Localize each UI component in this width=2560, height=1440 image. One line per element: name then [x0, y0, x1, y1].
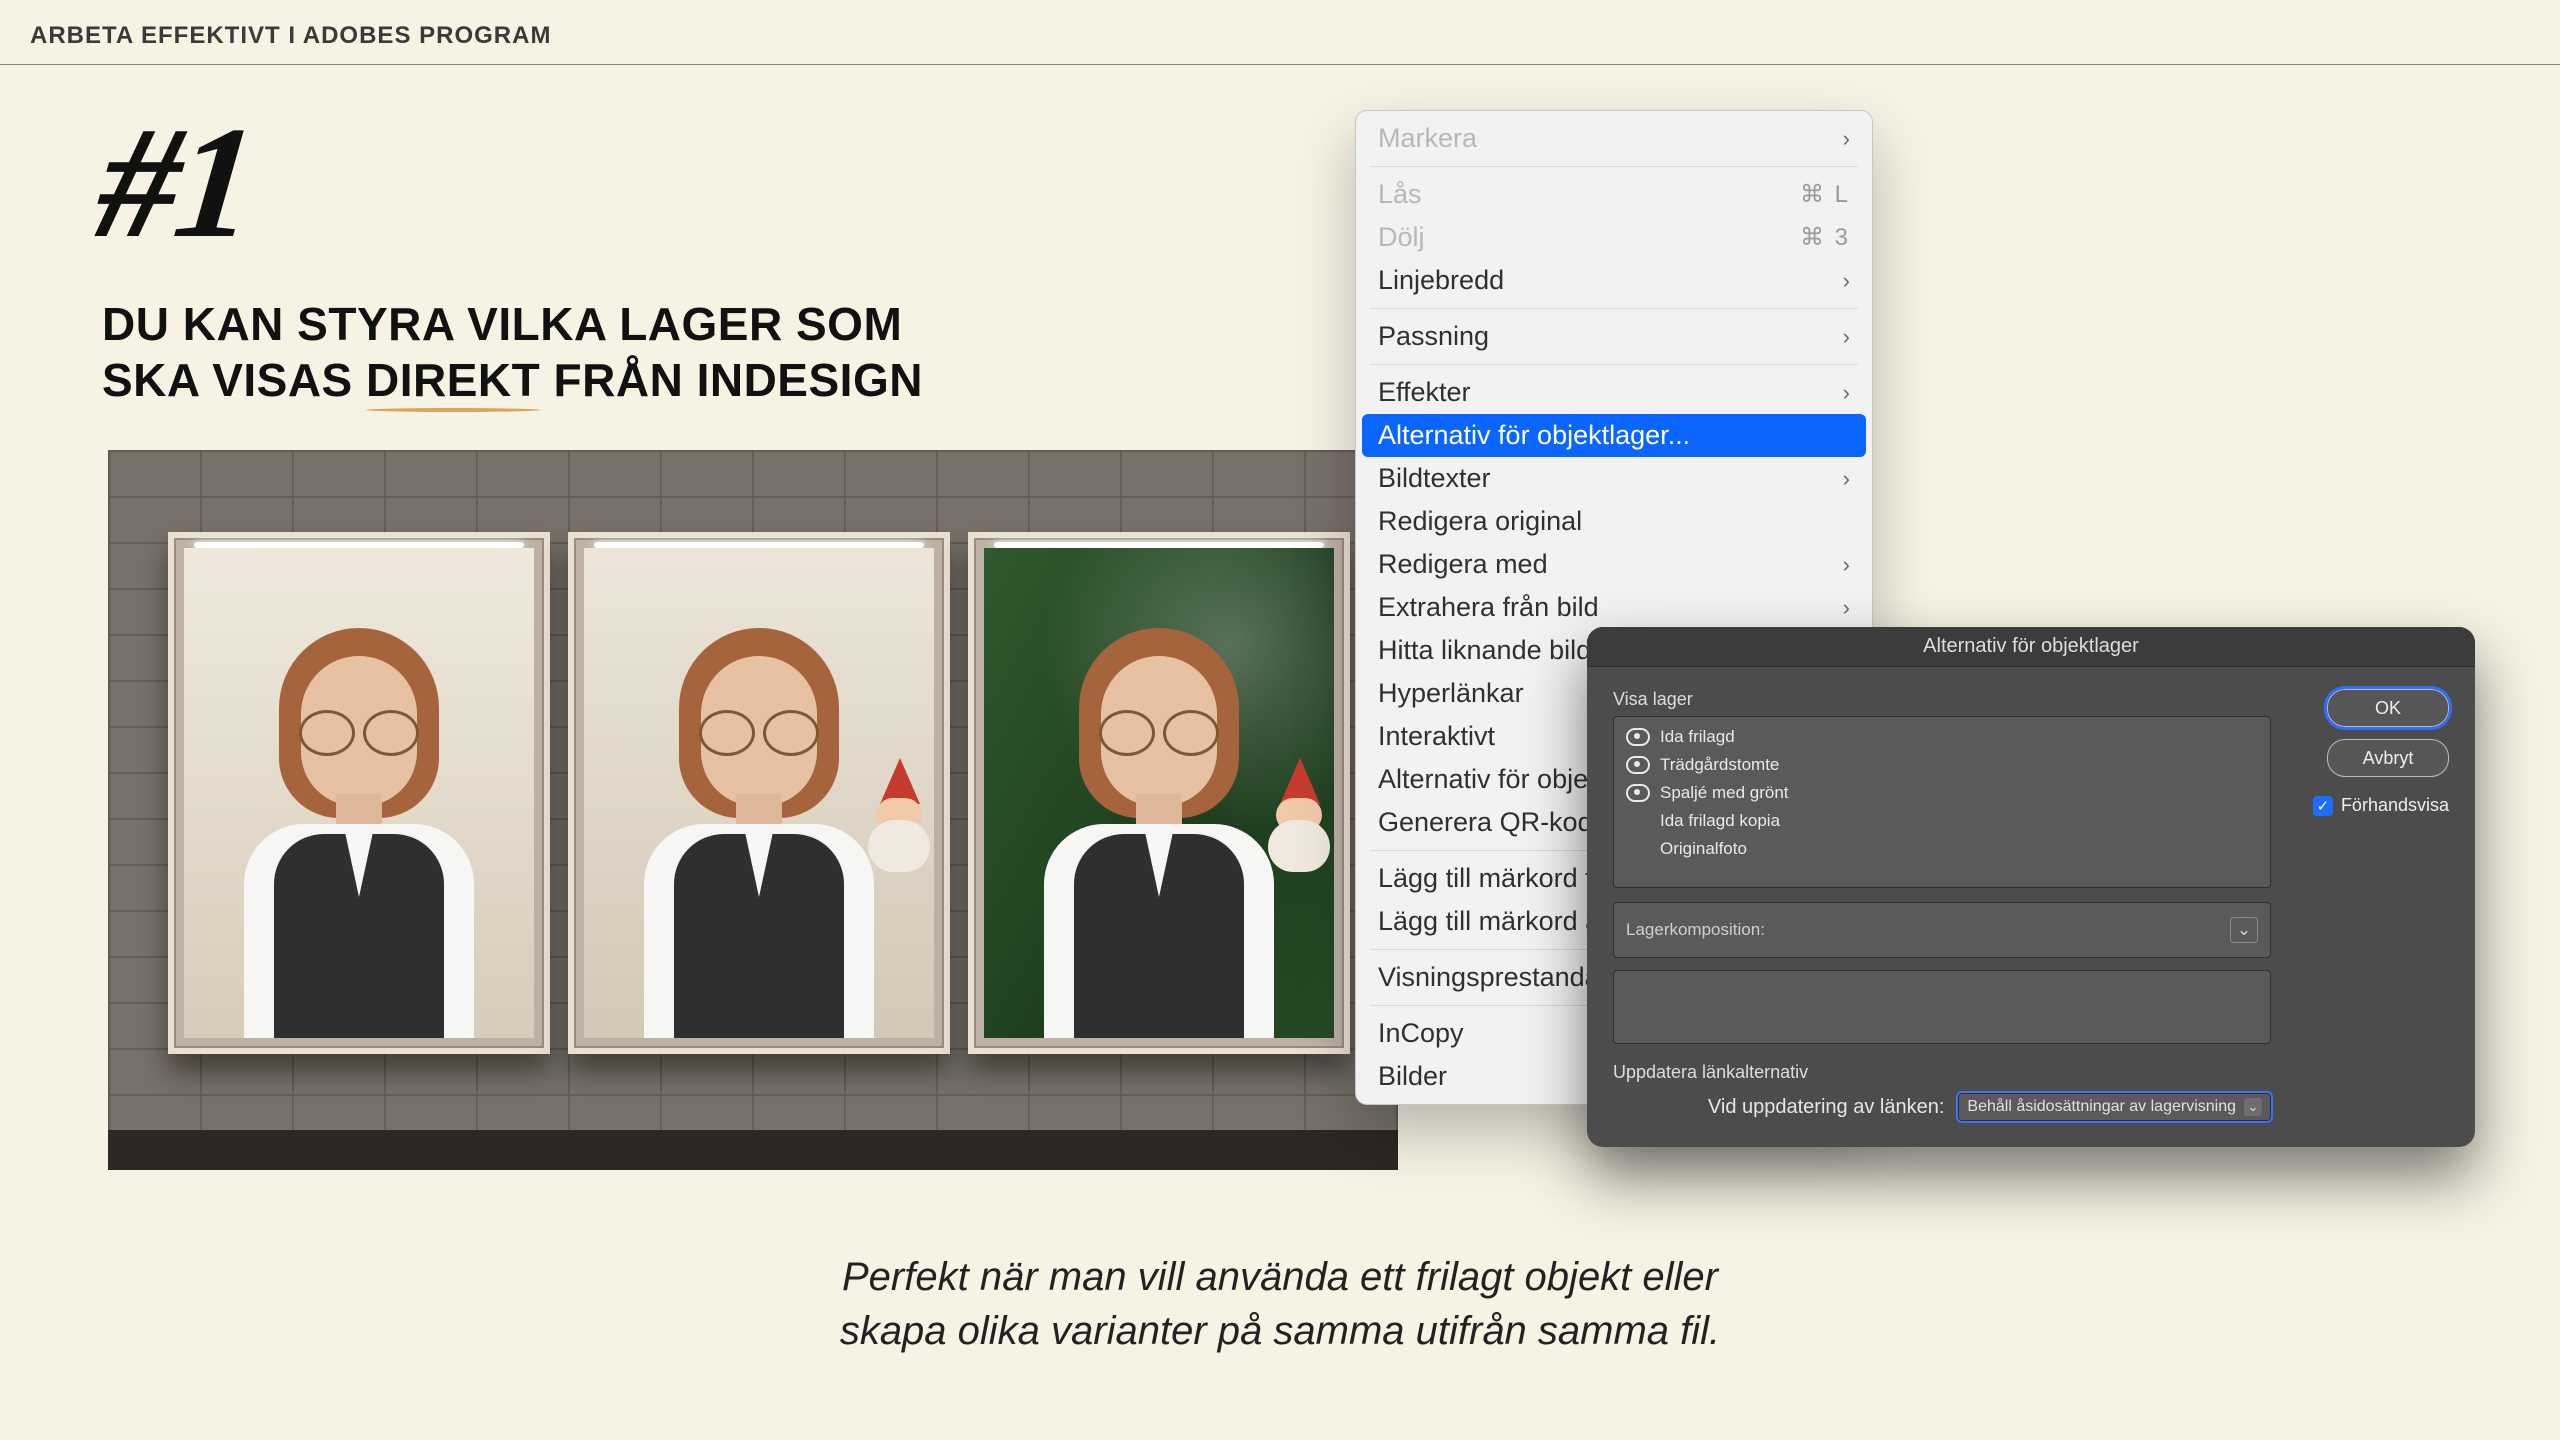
layer-comp-comment-box	[1613, 970, 2271, 1044]
chevron-right-icon: ›	[1843, 380, 1850, 406]
layer-name: Originalfoto	[1660, 839, 1747, 859]
layer-name: Ida frilagd kopia	[1660, 811, 1780, 831]
menu-item-label: Visningsprestanda	[1378, 962, 1600, 993]
menu-item[interactable]: Redigera original	[1362, 500, 1866, 543]
menu-item-label: Redigera med	[1378, 549, 1548, 580]
menu-item-label: Alternativ för objektlager...	[1378, 420, 1690, 451]
eye-visible-icon[interactable]	[1626, 784, 1650, 802]
illustration-gallery	[108, 450, 1398, 1170]
menu-item-label: Lås	[1378, 179, 1422, 210]
menu-item-shortcut: ⌘ 3	[1800, 223, 1850, 252]
menu-item-label: Effekter	[1378, 377, 1471, 408]
menu-item-label: Bildtexter	[1378, 463, 1491, 494]
menu-item-label: InCopy	[1378, 1018, 1464, 1049]
layer-row[interactable]: Trädgårdstomte	[1614, 751, 2270, 779]
layer-comp-row[interactable]: Lagerkomposition: ⌄	[1613, 902, 2271, 958]
frame-2	[568, 532, 950, 1054]
menu-item-label: Markera	[1378, 123, 1477, 154]
preview-checkbox[interactable]: ✓ Förhandsvisa	[2313, 795, 2449, 816]
headline-part-2: FRÅN INDESIGN	[554, 354, 923, 406]
menu-item[interactable]: Extrahera från bild ›	[1362, 586, 1866, 629]
chevron-right-icon: ›	[1843, 466, 1850, 492]
menu-item-label: Interaktivt	[1378, 721, 1495, 752]
menu-item[interactable]: Redigera med ›	[1362, 543, 1866, 586]
layer-name: Spaljé med grönt	[1660, 783, 1789, 803]
menu-item-label: Hyperlänkar	[1378, 678, 1524, 709]
on-link-update-select[interactable]: Behåll åsidosättningar av lagervisning ⌄	[1958, 1093, 2271, 1121]
caption-line-2: skapa olika varianter på samma utifrån s…	[830, 1304, 1730, 1358]
layer-list[interactable]: Ida frilagd Trädgårdstomte Spaljé med grön…	[1613, 716, 2271, 888]
floor-strip	[108, 1130, 1398, 1170]
preview-label: Förhandsvisa	[2341, 795, 2449, 816]
menu-item-label: Generera QR-kod...	[1378, 807, 1615, 838]
layer-comp-label: Lagerkomposition:	[1626, 920, 1765, 940]
show-layers-label: Visa lager	[1613, 689, 2271, 710]
caption: Perfekt när man vill använda ett frilagt…	[830, 1250, 1730, 1358]
chevron-right-icon: ›	[1843, 552, 1850, 578]
eye-visible-icon[interactable]	[1626, 756, 1650, 774]
menu-item[interactable]: Alternativ för objektlager...	[1362, 414, 1866, 457]
cancel-button[interactable]: Avbryt	[2327, 739, 2449, 777]
menu-item[interactable]: Linjebredd ›	[1362, 259, 1866, 302]
caption-line-1: Perfekt när man vill använda ett frilagt…	[830, 1250, 1730, 1304]
menu-item[interactable]: Passning ›	[1362, 315, 1866, 358]
object-layer-options-dialog: Alternativ för objektlager Visa lager Id…	[1587, 627, 2475, 1147]
chevron-down-icon[interactable]: ⌄	[2230, 917, 2258, 943]
on-link-update-label: Vid uppdatering av länken:	[1708, 1096, 1944, 1119]
on-link-update-value: Behåll åsidosättningar av lagervisning	[1967, 1098, 2236, 1116]
update-link-options-label: Uppdatera länkalternativ	[1613, 1062, 2271, 1083]
chevron-right-icon: ›	[1843, 595, 1850, 621]
dialog-title: Alternativ för objektlager	[1587, 627, 2475, 667]
tip-number: #1	[90, 90, 261, 275]
menu-item-label: Redigera original	[1378, 506, 1582, 537]
menu-item-label: Extrahera från bild	[1378, 592, 1599, 623]
person-figure	[209, 598, 509, 1038]
headline-underlined: DIREKT	[366, 352, 540, 408]
chevron-right-icon: ›	[1843, 126, 1850, 152]
layer-row[interactable]: Ida frilagd kopia	[1614, 807, 2270, 835]
layer-name: Trädgårdstomte	[1660, 755, 1779, 775]
layer-row[interactable]: Ida frilagd	[1614, 723, 2270, 751]
ok-button[interactable]: OK	[2327, 689, 2449, 727]
garden-gnome-icon	[1258, 758, 1334, 888]
menu-item-label: Hitta liknande bilder	[1378, 635, 1615, 666]
menu-item[interactable]: Effekter ›	[1362, 371, 1866, 414]
portrait-3	[984, 548, 1334, 1038]
chevron-right-icon: ›	[1843, 268, 1850, 294]
menu-item-shortcut: ⌘ L	[1800, 180, 1850, 209]
eye-visible-icon[interactable]	[1626, 728, 1650, 746]
layer-name: Ida frilagd	[1660, 727, 1735, 747]
menu-item[interactable]: Bildtexter ›	[1362, 457, 1866, 500]
eye-hidden-icon[interactable]	[1626, 840, 1650, 858]
portrait-1	[184, 548, 534, 1038]
page-topbar: ARBETA EFFEKTIVT I ADOBES PROGRAM	[0, 0, 2560, 65]
garden-gnome-icon	[858, 758, 934, 888]
checkbox-checked-icon: ✓	[2313, 796, 2333, 816]
frame-1	[168, 532, 550, 1054]
headline: DU KAN STYRA VILKA LAGER SOM SKA VISAS D…	[102, 296, 962, 408]
chevron-down-icon: ⌄	[2244, 1098, 2262, 1116]
eye-hidden-icon[interactable]	[1626, 812, 1650, 830]
frame-3	[968, 532, 1350, 1054]
menu-item: Dölj ⌘ 3	[1362, 216, 1866, 259]
menu-separator	[1370, 166, 1858, 167]
menu-item-label: Linjebredd	[1378, 265, 1504, 296]
menu-item-label: Passning	[1378, 321, 1489, 352]
menu-separator	[1370, 364, 1858, 365]
menu-item: Lås ⌘ L	[1362, 173, 1866, 216]
chevron-right-icon: ›	[1843, 324, 1850, 350]
portrait-2	[584, 548, 934, 1038]
layer-row[interactable]: Spaljé med grönt	[1614, 779, 2270, 807]
menu-item-label: Dölj	[1378, 222, 1425, 253]
menu-item: Markera ›	[1362, 117, 1866, 160]
menu-item-label: Bilder	[1378, 1061, 1447, 1092]
menu-separator	[1370, 308, 1858, 309]
layer-row[interactable]: Originalfoto	[1614, 835, 2270, 863]
